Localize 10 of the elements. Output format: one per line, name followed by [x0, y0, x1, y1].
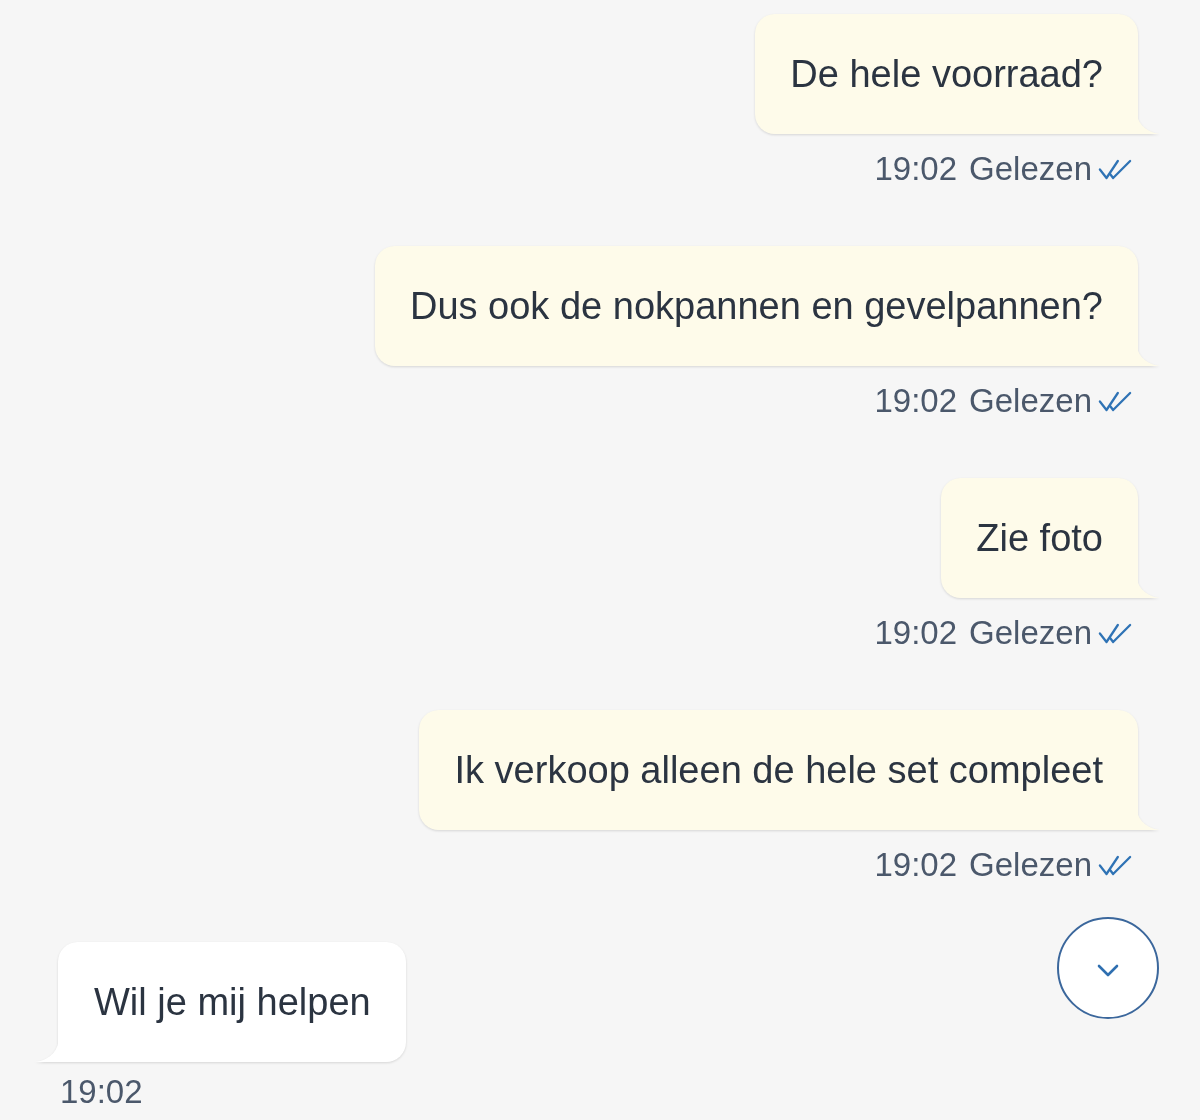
- message-time: 19:02: [874, 149, 958, 189]
- read-status: Gelezen: [969, 149, 1092, 189]
- chevron-down-icon: [1097, 963, 1119, 977]
- read-status: Gelezen: [969, 845, 1092, 885]
- message-time: 19:02: [874, 845, 958, 885]
- read-status: Gelezen: [969, 381, 1092, 421]
- message-time: 19:02: [874, 381, 958, 421]
- message-time: 19:02: [60, 1074, 143, 1110]
- read-status: Gelezen: [969, 613, 1092, 653]
- message-time: 19:02: [874, 613, 958, 653]
